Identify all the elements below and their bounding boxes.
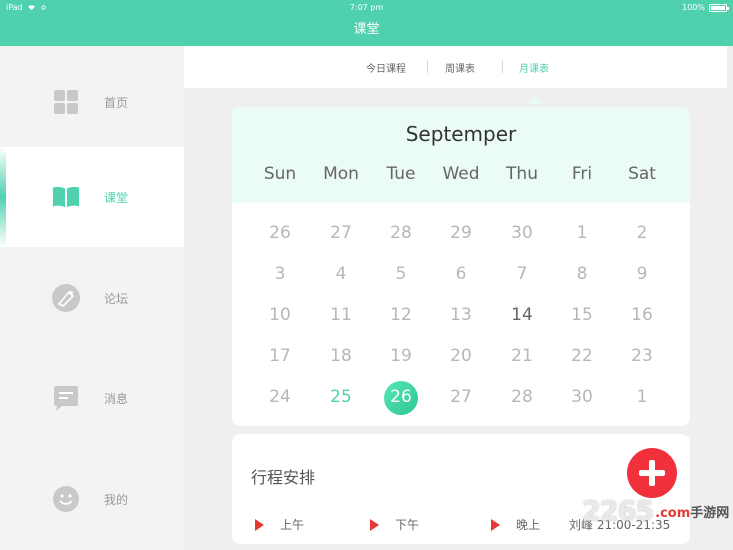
period-label: 上午: [280, 518, 305, 532]
calendar-day[interactable]: 27: [311, 223, 371, 243]
tab-weekly-schedule[interactable]: 周课表: [445, 60, 475, 75]
sidebar-item-label: 论坛: [104, 291, 129, 306]
tab-pointer: [528, 95, 542, 104]
calendar-day[interactable]: 11: [311, 305, 371, 325]
calendar-day[interactable]: 4: [311, 264, 371, 284]
navigation-bar: 课堂: [0, 16, 733, 46]
active-indicator: [0, 147, 6, 247]
schedule-card: 行程安排 上午 下午 晚上 刘峰 21:00-21:35: [232, 434, 690, 544]
calendar-day[interactable]: 5: [371, 264, 431, 284]
calendar-day[interactable]: 28: [492, 387, 552, 407]
sidebar-item-messages[interactable]: 消息: [0, 348, 184, 448]
calendar-day[interactable]: 28: [371, 223, 431, 243]
weekday-label: Tue: [386, 164, 416, 184]
month-calendar: Septemper Sun Mon Tue Wed Thu Fri Sat 26…: [232, 107, 690, 426]
calendar-day[interactable]: 21: [492, 346, 552, 366]
calendar-day[interactable]: 22: [552, 346, 612, 366]
watermark-suffix: .com: [655, 506, 691, 521]
calendar-day[interactable]: 24: [250, 387, 310, 407]
calendar-day[interactable]: 15: [552, 305, 612, 325]
battery-percent: 100%: [682, 3, 705, 12]
message-icon: [54, 386, 78, 411]
watermark-text: .com手游网: [655, 502, 729, 521]
weekday-label: Thu: [506, 164, 538, 184]
site-watermark: 2265 .com手游网: [582, 496, 729, 527]
book-icon: [52, 186, 80, 208]
weekday-label: Sun: [263, 164, 297, 184]
smiley-icon: [53, 486, 79, 512]
sidebar-item-classroom[interactable]: 课堂: [0, 147, 184, 247]
calendar-day[interactable]: 2: [612, 223, 672, 243]
period-label: 晚上: [516, 518, 541, 532]
calendar-day[interactable]: 16: [612, 305, 672, 325]
calendar-header: Septemper Sun Mon Tue Wed Thu Fri Sat: [232, 107, 690, 203]
schedule-title: 行程安排: [251, 468, 316, 487]
status-time: 7:07 pm: [349, 3, 384, 12]
grid-icon: [54, 90, 78, 114]
tab-divider: [502, 60, 503, 73]
play-arrow-icon: [370, 518, 379, 531]
weekday-label: Mon: [323, 164, 359, 184]
calendar-day[interactable]: 27: [431, 387, 491, 407]
watermark-site: 手游网: [690, 506, 730, 521]
period-afternoon[interactable]: 下午: [370, 516, 419, 533]
period-label: 下午: [395, 518, 420, 532]
calendar-day[interactable]: 25: [311, 387, 371, 407]
calendar-day[interactable]: 7: [492, 264, 552, 284]
sidebar-item-label: 我的: [104, 492, 129, 507]
play-arrow-icon: [491, 518, 500, 531]
calendar-day[interactable]: 30: [492, 223, 552, 243]
tab-monthly-schedule[interactable]: 月课表: [519, 60, 549, 75]
calendar-day[interactable]: 17: [250, 346, 310, 366]
status-bar: iPad 7:07 pm 100%: [0, 0, 733, 16]
forum-icon: [52, 284, 80, 312]
calendar-day[interactable]: 26: [250, 223, 310, 243]
period-evening[interactable]: 晚上: [491, 516, 540, 533]
sidebar-item-forum[interactable]: 论坛: [0, 248, 184, 348]
sidebar-item-home[interactable]: 首页: [0, 52, 184, 152]
sidebar-item-label: 首页: [104, 95, 129, 110]
calendar-day[interactable]: 10: [250, 305, 310, 325]
sidebar-item-label: 课堂: [104, 190, 129, 205]
add-schedule-button[interactable]: [627, 448, 677, 498]
calendar-day[interactable]: 12: [371, 305, 431, 325]
battery-icon: [709, 3, 729, 12]
calendar-month-title: Septemper: [405, 122, 517, 146]
calendar-day[interactable]: 1: [552, 223, 612, 243]
calendar-day[interactable]: 18: [311, 346, 371, 366]
calendar-day[interactable]: 3: [250, 264, 310, 284]
weekday-label: Fri: [571, 164, 593, 184]
weekday-label: Wed: [442, 164, 480, 184]
schedule-tabs: 今日课程 周课表 月课表: [184, 46, 727, 88]
calendar-day[interactable]: 19: [371, 346, 431, 366]
calendar-day[interactable]: 20: [431, 346, 491, 366]
calendar-day[interactable]: 6: [431, 264, 491, 284]
tab-today-courses[interactable]: 今日课程: [366, 60, 406, 75]
watermark-number: 2265: [582, 496, 654, 527]
page-title: 课堂: [353, 22, 380, 37]
calendar-day[interactable]: 29: [431, 223, 491, 243]
calendar-day[interactable]: 9: [612, 264, 672, 284]
tab-divider: [427, 60, 428, 73]
period-morning[interactable]: 上午: [255, 516, 304, 533]
calendar-day[interactable]: 23: [612, 346, 672, 366]
sidebar: 首页 课堂 论坛 消息 我的: [0, 46, 184, 550]
sidebar-item-label: 消息: [104, 391, 129, 406]
calendar-day[interactable]: 8: [552, 264, 612, 284]
play-arrow-icon: [255, 518, 264, 531]
calendar-day[interactable]: 14: [492, 305, 552, 325]
calendar-day[interactable]: 13: [431, 305, 491, 325]
weekday-label: Sat: [628, 164, 656, 184]
calendar-day[interactable]: 26: [371, 387, 431, 407]
sidebar-item-profile[interactable]: 我的: [0, 449, 184, 549]
calendar-day[interactable]: 1: [612, 387, 672, 407]
calendar-day[interactable]: 30: [552, 387, 612, 407]
